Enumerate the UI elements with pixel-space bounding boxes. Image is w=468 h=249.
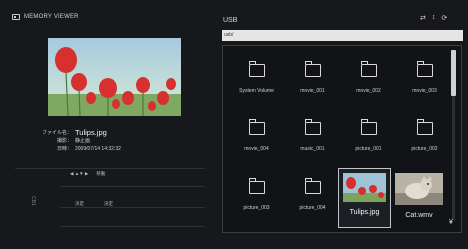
file-info: ファイル名： Tulips.jpg 撮影： 静止画 日時： 2009/07/14… [40,129,121,153]
ok-key-label: 決定 [75,201,84,206]
file-grid: System Volume movie_001 movie_002 movie_… [223,46,443,234]
folder-label: picture_003 [243,205,270,211]
file-browser: System Volume movie_001 movie_002 movie_… [222,45,462,233]
file-name-label: ファイル名： [41,130,72,136]
folder-icon [249,119,265,135]
folder-label: picture_002 [411,146,438,152]
folder-item[interactable]: music_001 [285,109,340,167]
folder-item[interactable]: picture_003 [229,168,284,226]
folder-item[interactable]: picture_002 [397,109,452,167]
folder-icon [361,119,377,135]
folder-item[interactable]: movie_001 [285,51,340,109]
folder-item[interactable]: movie_004 [229,109,284,167]
folder-item[interactable]: picture_004 [285,168,340,226]
cat-video-thumbnail [395,173,443,205]
memory-viewer-icon [12,14,20,20]
folder-icon [305,178,321,194]
folder-icon [361,61,377,77]
folder-item[interactable]: movie_002 [341,51,396,109]
shot-type-label: 撮影： [56,138,72,144]
folder-label: System Volume [239,88,274,94]
folder-item[interactable]: System Volume [229,51,284,109]
tulips-thumbnail [343,173,386,202]
folder-item[interactable]: movie_003 [397,51,452,109]
ok-hint-label: 決定 [104,201,113,206]
move-hint-label: 移動 [96,171,106,176]
divider [60,226,205,227]
folder-label: movie_002 [356,88,381,94]
folder-label: movie_001 [300,88,325,94]
video-file-item[interactable]: Cat.wmv [393,172,445,230]
ok-hint: 決定 決定 [75,201,113,207]
image-file-item[interactable]: Tulips.jpg [338,168,391,228]
folder-label: picture_004 [299,205,326,211]
image-preview [48,38,181,116]
file-name-value: Tulips.jpg [75,128,107,137]
tulips-preview-image [48,38,181,116]
path-bar: usb/ [222,30,463,41]
folder-item[interactable]: picture_001 [341,109,396,167]
folder-label: music_001 [300,146,325,152]
controls-side-label: CB1 [30,196,36,206]
image-file-label: Tulips.jpg [349,209,380,216]
refresh-icon[interactable]: ⟳ [441,14,447,22]
shot-type-value: 静止画 [75,138,91,144]
folder-icon [249,61,265,77]
date-value: 2009/07/14 14:32:32 [75,146,121,152]
folder-icon [305,61,321,77]
app-title: MEMORY VIEWER [24,14,79,20]
sort-icon[interactable]: ⇄ [420,14,426,22]
toolbar-icons: ⇄ ↕ ⟳ [420,14,447,22]
usb-title: USB [223,17,238,24]
move-hint: ◀ ▲▼ ▶ 移動 [70,171,105,177]
divider [60,207,205,208]
scrollbar-thumb[interactable] [451,50,456,96]
folder-label: picture_001 [355,146,382,152]
arrow-keys-icon: ◀ ▲▼ ▶ [70,171,89,176]
folder-label: movie_004 [244,146,269,152]
folder-icon [249,178,265,194]
video-file-label: Cat.wmv [405,212,433,219]
order-icon[interactable]: ↕ [432,14,436,22]
folder-icon [417,119,433,135]
folder-label: movie_003 [412,88,437,94]
divider [15,168,205,169]
folder-icon [417,61,433,77]
folder-icon [305,119,321,135]
scroll-down-icon[interactable]: ¥ [449,219,453,226]
divider [60,186,205,187]
app-header: MEMORY VIEWER [12,14,79,20]
date-label: 日時： [56,146,72,152]
